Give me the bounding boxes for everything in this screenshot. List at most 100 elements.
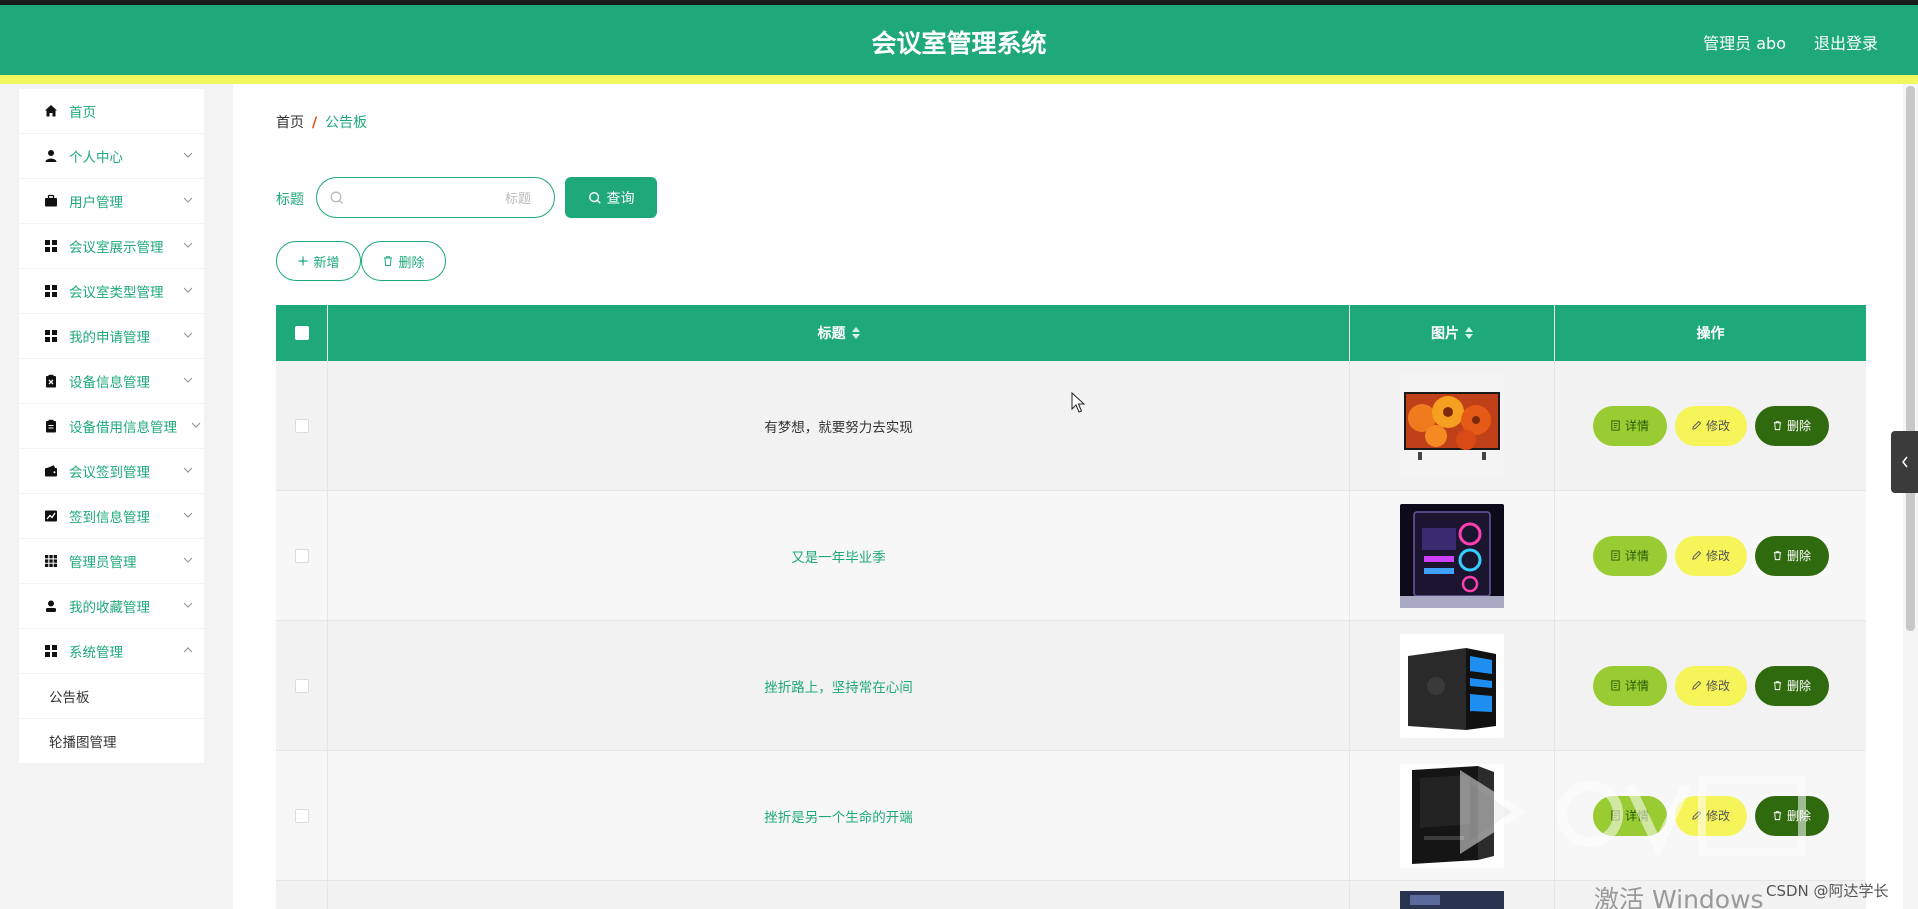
- chevron-down-icon: [183, 512, 193, 518]
- mouse-cursor-icon: [1071, 392, 1086, 413]
- breadcrumb-home[interactable]: 首页: [276, 115, 304, 131]
- sidebar-item-label: 我的收藏管理: [69, 600, 150, 616]
- sidebar-subitem-bulletin-board[interactable]: 公告板: [19, 674, 204, 718]
- sidebar-item-device-borrow[interactable]: 设备借用信息管理: [19, 404, 204, 448]
- sidebar-item-label: 设备借用信息管理: [69, 420, 177, 436]
- sidebar-item-user-management[interactable]: 用户管理: [19, 179, 204, 223]
- table-row: 又是一年毕业季 详情 修改 删除: [276, 491, 1866, 621]
- trash-icon: [1773, 421, 1782, 431]
- row-checkbox[interactable]: [294, 808, 309, 823]
- add-button[interactable]: 新增: [276, 241, 361, 281]
- sidebar-item-admin-management[interactable]: 管理员管理: [19, 539, 204, 583]
- logout-link[interactable]: 退出登录: [1814, 30, 1878, 54]
- sidebar-item-system-management[interactable]: 系统管理: [19, 629, 204, 673]
- header-title-cell[interactable]: 标题: [328, 305, 1350, 361]
- sort-icon[interactable]: [1465, 327, 1473, 339]
- row-checkbox[interactable]: [294, 548, 309, 563]
- sidebar-item-my-favorites[interactable]: 我的收藏管理: [19, 584, 204, 628]
- sidebar-item-label: 系统管理: [69, 645, 123, 661]
- row-checkbox[interactable]: [294, 418, 309, 433]
- grid-icon: [43, 643, 59, 659]
- edit-button[interactable]: 修改: [1674, 665, 1747, 706]
- delete-button[interactable]: 删除: [1754, 665, 1829, 706]
- sidebar-item-label: 管理员管理: [69, 555, 137, 571]
- sidebar-item-label: 我的申请管理: [69, 330, 150, 346]
- page-scrollbar[interactable]: [1903, 84, 1918, 909]
- document-icon: [1611, 420, 1620, 431]
- table-header: 标题 图片 操作: [276, 305, 1866, 361]
- csdn-watermark: CSDN @阿达学长: [1766, 882, 1889, 900]
- tv-flower-image: [1400, 373, 1504, 478]
- edit-button[interactable]: 修改: [1674, 535, 1747, 576]
- sidebar-item-device-info[interactable]: 设备信息管理: [19, 359, 204, 403]
- row-checkbox-cell: [276, 751, 328, 880]
- detail-button[interactable]: 详情: [1592, 405, 1667, 446]
- sidebar-menu: 首页 个人中心 用户管理 会议室展示管理 会议室类型管理 我的申请管理 设备信息…: [19, 89, 204, 764]
- row-checkbox-cell: [276, 621, 328, 750]
- current-user-label: 管理员 abo: [1703, 34, 1786, 53]
- row-title: 又是一年毕业季: [791, 549, 886, 566]
- sidebar-item-label: 个人中心: [69, 150, 123, 166]
- edit-button[interactable]: 修改: [1674, 405, 1747, 446]
- row-title-cell: 有梦想，就要努力去实现: [328, 361, 1350, 490]
- chevron-down-icon: [183, 152, 193, 158]
- header-ops-cell: 操作: [1555, 305, 1866, 361]
- user-icon: [43, 148, 59, 164]
- apps-icon: [43, 553, 59, 569]
- row-checkbox-cell: [276, 361, 328, 490]
- header-accent-bar: [0, 75, 1918, 84]
- query-button-label: 查询: [606, 190, 635, 207]
- sidebar-item-room-type[interactable]: 会议室类型管理: [19, 269, 204, 313]
- sidebar-subitem-carousel-management[interactable]: 轮播图管理: [19, 719, 204, 763]
- table-row: 有梦想，就要努力去实现 详情 修改 删除: [276, 361, 1866, 491]
- detail-button-label: 详情: [1624, 549, 1649, 563]
- grid-icon: [43, 328, 59, 344]
- scrollbar-thumb[interactable]: [1906, 86, 1915, 631]
- clipboard-icon: [43, 418, 59, 434]
- sidebar-item-home[interactable]: 首页: [19, 89, 204, 133]
- row-ops-cell: 详情 修改 删除: [1555, 361, 1866, 490]
- plus-icon: [298, 256, 308, 266]
- chevron-down-icon: [183, 377, 193, 383]
- sidebar-subitem-label: 轮播图管理: [49, 735, 117, 751]
- row-title-cell: 又是一年毕业季: [328, 491, 1350, 620]
- trash-icon: [1773, 681, 1782, 691]
- row-title: 有梦想，就要努力去实现: [764, 419, 913, 436]
- search-box: [316, 177, 555, 218]
- header-image-label: 图片: [1431, 326, 1459, 342]
- person-icon: [43, 598, 59, 614]
- detail-button[interactable]: 详情: [1592, 535, 1667, 576]
- header-image-cell[interactable]: 图片: [1350, 305, 1555, 361]
- select-all-checkbox[interactable]: [294, 326, 309, 340]
- sidebar-item-label: 用户管理: [69, 195, 123, 211]
- partial-image: [1400, 891, 1504, 909]
- edit-button-label: 修改: [1705, 679, 1730, 693]
- breadcrumb: 首页 / 公告板: [276, 112, 367, 132]
- delete-button[interactable]: 删除: [1754, 535, 1829, 576]
- grid-icon: [43, 283, 59, 299]
- row-checkbox[interactable]: [294, 678, 309, 693]
- detail-button[interactable]: 详情: [1592, 665, 1667, 706]
- row-ops-cell: 详情 修改 删除: [1555, 491, 1866, 620]
- query-button[interactable]: 查询: [565, 177, 657, 218]
- search-icon: [588, 191, 601, 204]
- chevron-down-icon: [183, 557, 193, 563]
- sidebar-item-my-applications[interactable]: 我的申请管理: [19, 314, 204, 358]
- sidebar-item-meeting-checkin[interactable]: 会议签到管理: [19, 449, 204, 493]
- header-title-label: 标题: [817, 326, 846, 342]
- sort-icon[interactable]: [851, 327, 860, 339]
- sidebar-item-personal-center[interactable]: 个人中心: [19, 134, 204, 178]
- delete-button[interactable]: 删除: [1754, 405, 1829, 446]
- grid-icon: [43, 238, 59, 254]
- delete-button-label: 删除: [1786, 549, 1811, 563]
- sidebar-item-checkin-info[interactable]: 签到信息管理: [19, 494, 204, 538]
- search-label: 标题: [276, 192, 304, 208]
- chevron-down-icon: [183, 332, 193, 338]
- side-panel-toggle[interactable]: [1891, 431, 1918, 493]
- header-checkbox-cell: [276, 305, 328, 361]
- sidebar-item-room-display[interactable]: 会议室展示管理: [19, 224, 204, 268]
- chevron-down-icon: [183, 467, 193, 473]
- batch-delete-button[interactable]: 删除: [361, 241, 446, 281]
- search-input[interactable]: [351, 186, 541, 210]
- chevron-down-icon: [191, 422, 201, 428]
